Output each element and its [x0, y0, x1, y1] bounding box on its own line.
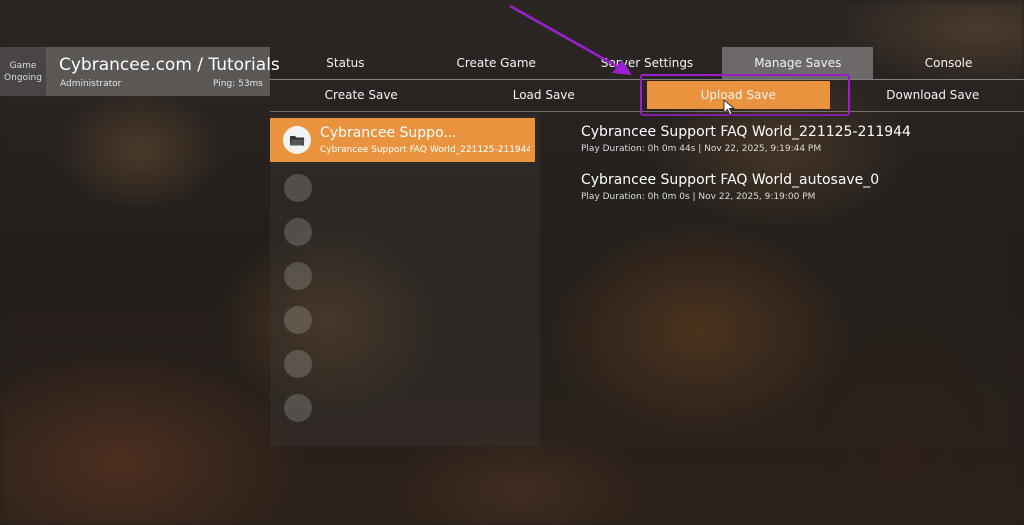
save-detail-title[interactable]: Cybrancee Support FAQ World_autosave_0	[581, 172, 879, 188]
save-detail-title[interactable]: Cybrancee Support FAQ World_221125-21194…	[581, 124, 911, 140]
load-save-button[interactable]: Load Save	[453, 79, 636, 111]
game-status-line1: Game	[9, 60, 37, 71]
placeholder-slot-icon	[284, 174, 312, 202]
placeholder-slot-icon	[284, 394, 312, 422]
save-list-item-subtitle: Cybrancee Support FAQ World_221125-21194…	[320, 145, 530, 155]
download-save-button[interactable]: Download Save	[842, 79, 1024, 111]
placeholder-slot-icon	[284, 306, 312, 334]
folder-icon	[283, 126, 311, 154]
tab-create-game[interactable]: Create Game	[421, 47, 572, 79]
save-details-panel	[540, 114, 1007, 446]
user-role: Administrator	[60, 79, 122, 89]
tab-console[interactable]: Console	[873, 47, 1024, 79]
server-info-panel: Game Ongoing Cybrancee.com / Tutorials A…	[0, 47, 280, 96]
placeholder-slot-icon	[284, 262, 312, 290]
save-list: Cybrancee Suppo... Cybrancee Support FAQ…	[270, 114, 540, 446]
ping-readout: Ping: 53ms	[213, 79, 263, 89]
upload-save-button[interactable]: Upload Save	[647, 81, 830, 109]
save-list-item-selected[interactable]: Cybrancee Suppo... Cybrancee Support FAQ…	[270, 118, 535, 162]
game-status-badge: Game Ongoing	[0, 47, 46, 96]
tab-status[interactable]: Status	[270, 47, 421, 79]
tab-server-settings[interactable]: Server Settings	[572, 47, 723, 79]
server-name: Cybrancee.com / Tutorials	[59, 55, 280, 75]
save-detail-meta: Play Duration: 0h 0m 0s | Nov 22, 2025, …	[581, 192, 816, 202]
tab-manage-saves[interactable]: Manage Saves	[722, 47, 874, 79]
save-list-item-title: Cybrancee Suppo...	[320, 125, 457, 141]
mouse-cursor-icon	[723, 99, 736, 116]
placeholder-slot-icon	[284, 218, 312, 246]
placeholder-slot-icon	[284, 350, 312, 378]
save-actions-tab-bar: Create Save Load Save Upload Save Downlo…	[270, 79, 1024, 112]
game-status-line2: Ongoing	[4, 72, 42, 83]
save-detail-meta: Play Duration: 0h 0m 44s | Nov 22, 2025,…	[581, 144, 822, 154]
main-tab-bar: Status Create Game Server Settings Manag…	[270, 47, 1024, 80]
create-save-button[interactable]: Create Save	[270, 79, 453, 111]
